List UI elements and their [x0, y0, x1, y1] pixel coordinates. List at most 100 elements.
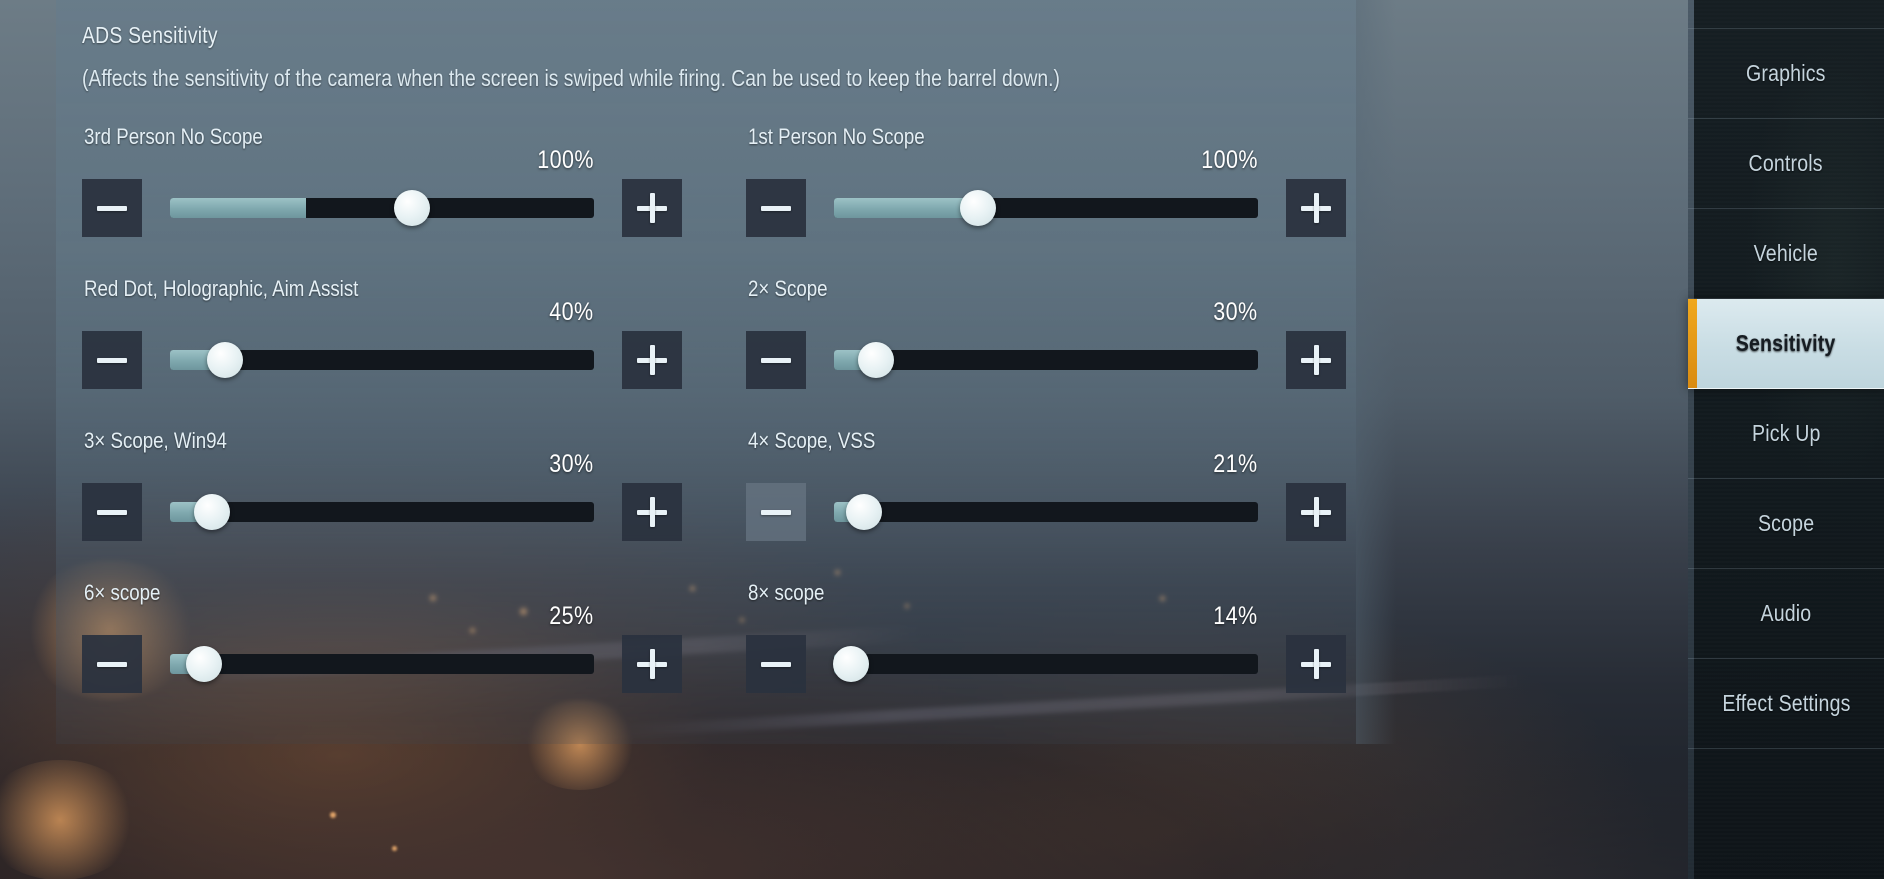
- slider-value: 25%: [549, 602, 594, 630]
- slider-thumb[interactable]: [845, 494, 882, 530]
- sidebar-item-label: Graphics: [1746, 60, 1826, 86]
- minus-icon: [761, 661, 791, 667]
- slider-track[interactable]: [834, 342, 1258, 378]
- minus-icon: [97, 661, 127, 667]
- slider-value: 40%: [549, 298, 594, 326]
- slider-track-area[interactable]: [170, 483, 594, 541]
- slider-track[interactable]: [834, 494, 1258, 530]
- plus-icon-vertical-bar: [649, 345, 655, 375]
- slider-track[interactable]: [832, 646, 1258, 682]
- slider-value: 30%: [1213, 298, 1258, 326]
- increase-button[interactable]: [622, 331, 682, 389]
- sensitivity-slider-row: 3× Scope, Win94 30%: [82, 422, 682, 549]
- sidebar-item-scope[interactable]: Scope: [1688, 479, 1884, 569]
- decrease-button[interactable]: [82, 635, 142, 693]
- decrease-button[interactable]: [746, 635, 806, 693]
- sidebar-item-label: Scope: [1757, 510, 1815, 536]
- increase-button[interactable]: [1286, 331, 1346, 389]
- sidebar-item-audio[interactable]: Audio: [1688, 569, 1884, 659]
- increase-button[interactable]: [622, 483, 682, 541]
- slider-label: 3× Scope, Win94: [84, 428, 227, 453]
- increase-button[interactable]: [1286, 179, 1346, 237]
- slider-control-group: [746, 330, 1346, 390]
- slider-value: 14%: [1213, 602, 1258, 630]
- plus-icon-vertical-bar: [649, 497, 655, 527]
- slider-fill: [170, 198, 306, 218]
- section-description: (Affects the sensitivity of the camera w…: [82, 65, 1060, 91]
- decrease-button[interactable]: [746, 331, 806, 389]
- slider-track[interactable]: [170, 494, 594, 530]
- slider-track-area[interactable]: [834, 483, 1258, 541]
- slider-track-area[interactable]: [832, 635, 1258, 693]
- sensitivity-slider-grid: 3rd Person No Scope 100% 1st Person No Sco…: [82, 118, 1346, 701]
- slider-label: 3rd Person No Scope: [84, 124, 263, 149]
- sidebar-item-label: Effect Settings: [1721, 690, 1851, 716]
- slider-thumb[interactable]: [194, 494, 231, 530]
- sensitivity-slider-row: 1st Person No Scope 100%: [746, 118, 1346, 245]
- sensitivity-slider-row: Red Dot, Holographic, Aim Assist 40%: [82, 270, 682, 397]
- slider-thumb[interactable]: [393, 190, 430, 226]
- slider-track-area[interactable]: [834, 179, 1258, 237]
- settings-screen: ADS Sensitivity (Affects the sensitivity…: [0, 0, 1884, 879]
- increase-button[interactable]: [622, 635, 682, 693]
- plus-icon-vertical-bar: [649, 649, 655, 679]
- panel-edge-fade: [1356, 0, 1396, 744]
- slider-thumb[interactable]: [858, 342, 895, 378]
- slider-track-area[interactable]: [170, 635, 594, 693]
- plus-icon-vertical-bar: [649, 193, 655, 223]
- slider-thumb[interactable]: [207, 342, 244, 378]
- minus-icon: [97, 357, 127, 363]
- plus-icon-vertical-bar: [1313, 345, 1319, 375]
- sidebar-item-controls[interactable]: Controls: [1688, 119, 1884, 209]
- sidebar-item-vehicle[interactable]: Vehicle: [1688, 209, 1884, 299]
- slider-value: 21%: [1213, 450, 1258, 478]
- slider-track-area[interactable]: [170, 179, 594, 237]
- slider-label: Red Dot, Holographic, Aim Assist: [84, 276, 359, 301]
- section-heading: ADS Sensitivity (Affects the sensitivity…: [82, 22, 1282, 92]
- slider-control-group: [82, 482, 682, 542]
- slider-control-group: [746, 178, 1346, 238]
- minus-icon: [761, 357, 791, 363]
- slider-label: 4× Scope, VSS: [748, 428, 876, 453]
- decrease-button[interactable]: [82, 483, 142, 541]
- slider-control-group: [82, 330, 682, 390]
- sidebar-item-effect-settings[interactable]: Effect Settings: [1688, 659, 1884, 749]
- background-ember: [330, 812, 336, 818]
- sensitivity-slider-row: 2× Scope 30%: [746, 270, 1346, 397]
- slider-label: 6× scope: [84, 580, 161, 605]
- slider-track-area[interactable]: [170, 331, 594, 389]
- sensitivity-slider-row: 4× Scope, VSS 21%: [746, 422, 1346, 549]
- settings-sidebar: Graphics Controls Vehicle Sensitivity Pick U…: [1688, 0, 1884, 879]
- decrease-button[interactable]: [82, 331, 142, 389]
- slider-thumb[interactable]: [960, 190, 997, 226]
- slider-control-group: [82, 178, 682, 238]
- slider-track[interactable]: [170, 190, 594, 226]
- background-ember: [392, 846, 397, 851]
- slider-thumb[interactable]: [185, 646, 222, 682]
- slider-control-group: [746, 482, 1346, 542]
- decrease-button[interactable]: [746, 483, 806, 541]
- minus-icon: [97, 509, 127, 515]
- sidebar-item-label: Controls: [1748, 150, 1824, 176]
- slider-track-area[interactable]: [834, 331, 1258, 389]
- sidebar-item-label: Audio: [1760, 600, 1812, 626]
- slider-track[interactable]: [170, 646, 594, 682]
- slider-thumb[interactable]: [832, 646, 869, 682]
- sidebar-item-graphics[interactable]: Graphics: [1688, 29, 1884, 119]
- page-title: ADS Sensitivity: [82, 22, 218, 48]
- sensitivity-slider-row: 6× scope 25%: [82, 574, 682, 701]
- sidebar-item-pick-up[interactable]: Pick Up: [1688, 389, 1884, 479]
- slider-value: 30%: [549, 450, 594, 478]
- decrease-button[interactable]: [82, 179, 142, 237]
- sensitivity-slider-row: 3rd Person No Scope 100%: [82, 118, 682, 245]
- slider-label: 2× Scope: [748, 276, 828, 301]
- minus-icon: [761, 205, 791, 211]
- slider-track[interactable]: [170, 342, 594, 378]
- slider-control-group: [746, 634, 1346, 694]
- increase-button[interactable]: [622, 179, 682, 237]
- sidebar-item-sensitivity[interactable]: Sensitivity: [1688, 299, 1884, 389]
- increase-button[interactable]: [1286, 483, 1346, 541]
- decrease-button[interactable]: [746, 179, 806, 237]
- increase-button[interactable]: [1286, 635, 1346, 693]
- slider-track[interactable]: [834, 190, 1258, 226]
